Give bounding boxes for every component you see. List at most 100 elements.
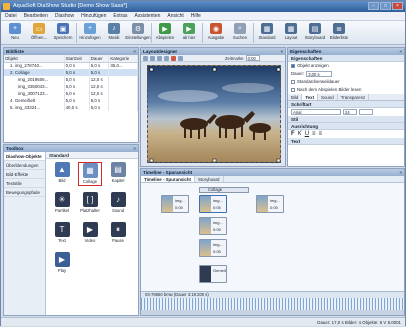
- toolbox-category-1[interactable]: Überblendungen: [4, 161, 45, 170]
- column-header[interactable]: Startzeit: [64, 55, 90, 63]
- toolbar-button-0[interactable]: + Neu: [3, 21, 27, 45]
- menu-item-3[interactable]: Hinzufügen: [81, 12, 106, 20]
- music-icon: ♪: [108, 23, 120, 34]
- toolbox-category-4[interactable]: Bewegungspfade: [4, 188, 45, 197]
- grid-icon[interactable]: [178, 55, 183, 61]
- tab-3[interactable]: Transparenz: [338, 94, 370, 100]
- toolbar-button-3[interactable]: + Hinzufügen: [78, 21, 102, 45]
- audio-track[interactable]: 03-78660 bmw (Dauer 3:19:200 s): [141, 291, 404, 298]
- timeline-scrollbar[interactable]: [141, 310, 404, 315]
- timeline-clip[interactable]: img... 0:05: [161, 195, 189, 213]
- play-icon: ▶: [159, 23, 171, 34]
- column-header[interactable]: Dauer: [89, 55, 110, 63]
- duration-input[interactable]: 3,00 s: [306, 71, 333, 77]
- close-icon[interactable]: ×: [399, 48, 402, 55]
- toolbar-button-7[interactable]: ▶ ab hier: [177, 21, 201, 45]
- toolbox-item-1[interactable]: ▦ Collage: [78, 162, 102, 186]
- table-row[interactable]: img_3007123... 5,0 s 12,0 s: [4, 90, 138, 97]
- table-row[interactable]: 1. img_278740... 0,0 s 5,0 s 35,0...: [4, 62, 138, 69]
- column-header[interactable]: Objekt: [4, 55, 65, 63]
- properties-section-main: Eigenschaften: [288, 55, 404, 62]
- toolbox-item-0[interactable]: ▲ Bild: [50, 162, 74, 186]
- toolbox-category-0[interactable]: Diashow-Objekte: [4, 152, 45, 161]
- move-tool-icon[interactable]: [150, 55, 155, 61]
- toolbar-button-6[interactable]: ▶ Abspielen: [153, 21, 177, 45]
- standard-duration-row[interactable]: Standardverweildauer: [288, 78, 404, 86]
- menu-item-6[interactable]: Ansicht: [167, 12, 183, 20]
- crop-tool-icon[interactable]: [164, 55, 169, 61]
- table-row[interactable]: 5. img_43324... 40,0 s 5,0 s: [4, 104, 138, 111]
- menu-item-0[interactable]: Datei: [5, 12, 17, 20]
- toolbar-button-13[interactable]: ≣ Bilderliste: [327, 21, 351, 45]
- select-tool-icon[interactable]: [143, 55, 148, 61]
- timemark-input[interactable]: 0:00: [245, 55, 260, 61]
- toolbox-item-8[interactable]: ⏸ Pause: [106, 222, 130, 246]
- menu-item-7[interactable]: Hilfe: [191, 12, 201, 20]
- toolbox-item-5[interactable]: ♪ Sound: [106, 192, 130, 216]
- record-icon[interactable]: [171, 55, 176, 61]
- font-select[interactable]: Arial: [291, 109, 341, 115]
- timeline-tab-0[interactable]: Timeline - Spuransicht: [141, 176, 196, 182]
- toolbox-item-3[interactable]: ✳ Partikel: [50, 192, 74, 216]
- timeline-clip[interactable]: img... 0:05: [199, 239, 227, 257]
- menu-item-2[interactable]: Diashow: [55, 12, 74, 20]
- toolbar-button-2[interactable]: ▣ Speichern: [51, 21, 75, 45]
- tab-1[interactable]: Text: [302, 94, 319, 100]
- toolbox-item-9[interactable]: ▶ Play: [50, 252, 74, 276]
- close-icon[interactable]: ×: [133, 145, 136, 152]
- toolbox-category-3[interactable]: Textstile: [4, 179, 45, 188]
- menu-item-1[interactable]: Bearbeiten: [24, 12, 48, 20]
- toolbar-button-1[interactable]: ▭ Öffnen...: [27, 21, 51, 45]
- table-row[interactable]: 4. Gemeißelt 5,0 s 5,0 s: [4, 97, 138, 104]
- toolbox-item-4[interactable]: [ ] Platzhalter: [78, 192, 102, 216]
- clip-name: img...: [213, 198, 223, 203]
- font-size-select[interactable]: 24: [343, 109, 357, 115]
- align-center-icon[interactable]: ≡: [319, 130, 323, 138]
- toolbar-button-5[interactable]: ⚙ Einstellungen: [125, 21, 151, 45]
- toolbox-item-7[interactable]: ▶ Video: [78, 222, 102, 246]
- table-row[interactable]: img_2019506... 5,0 s 12,0 s: [4, 76, 138, 83]
- font-color-picker[interactable]: [359, 109, 373, 115]
- tab-0[interactable]: Bild: [288, 94, 303, 100]
- toolbox-category-2[interactable]: Bild-Effekte: [4, 170, 45, 179]
- italic-icon[interactable]: K: [298, 130, 302, 138]
- bold-icon[interactable]: F: [291, 130, 295, 138]
- clip-time: 0:05: [213, 205, 221, 210]
- wait-checkbox[interactable]: [291, 88, 295, 92]
- toolbar-button-11[interactable]: ▦ Layout: [279, 21, 303, 45]
- show-object-checkbox[interactable]: [291, 64, 295, 68]
- timeline-clip[interactable]: img... 0:05: [199, 195, 227, 213]
- close-button[interactable]: ×: [392, 2, 403, 10]
- toolbar-button-8[interactable]: ◉ Ausgabe: [204, 21, 228, 45]
- table-row[interactable]: 2. Collage 5,0 s 5,0 s: [4, 69, 138, 76]
- close-icon[interactable]: ×: [133, 48, 136, 55]
- align-left-icon[interactable]: ≡: [312, 130, 316, 138]
- toolbar-button-10[interactable]: ▦ Standard: [255, 21, 279, 45]
- tab-2[interactable]: Sound: [318, 94, 338, 100]
- timeline-clip[interactable]: img... 0:05: [256, 195, 284, 213]
- wait-row[interactable]: Nach dem Abspielen Bilder lesen: [288, 86, 404, 94]
- show-object-row[interactable]: Objekt anzeigen: [288, 62, 404, 70]
- timeline-clip[interactable]: Gemeißelt: [199, 265, 227, 283]
- minimize-button[interactable]: –: [368, 2, 379, 10]
- zoom-tool-icon[interactable]: [157, 55, 162, 61]
- toolbox-item-2[interactable]: ▤ Kapitel: [106, 162, 130, 186]
- column-header[interactable]: Kategorie: [108, 55, 138, 63]
- toolbar-button-12[interactable]: ▤ Storyboard: [303, 21, 327, 45]
- close-icon[interactable]: ×: [399, 169, 402, 176]
- timeline-tab-1[interactable]: Storyboard: [195, 176, 224, 182]
- menu-item-5[interactable]: Assistenten: [135, 12, 161, 20]
- timeline-clip[interactable]: img... 0:05: [199, 217, 227, 235]
- close-icon[interactable]: ×: [280, 48, 283, 55]
- toolbar-button-9[interactable]: ⌕ Suchen: [228, 21, 252, 45]
- table-cell-dur: 5,0 s: [89, 97, 110, 104]
- standard-duration-checkbox[interactable]: [291, 80, 295, 84]
- collage-group[interactable]: Collage: [199, 187, 249, 193]
- preview-image[interactable]: [147, 65, 281, 163]
- maximize-button[interactable]: □: [380, 2, 391, 10]
- table-row[interactable]: img_3350043... 5,0 s 12,0 s: [4, 83, 138, 90]
- toolbar-button-4[interactable]: ♪ Musik: [102, 21, 126, 45]
- toolbox-item-6[interactable]: T Text: [50, 222, 74, 246]
- underline-icon[interactable]: U: [305, 130, 309, 138]
- menu-item-4[interactable]: Extras: [113, 12, 127, 20]
